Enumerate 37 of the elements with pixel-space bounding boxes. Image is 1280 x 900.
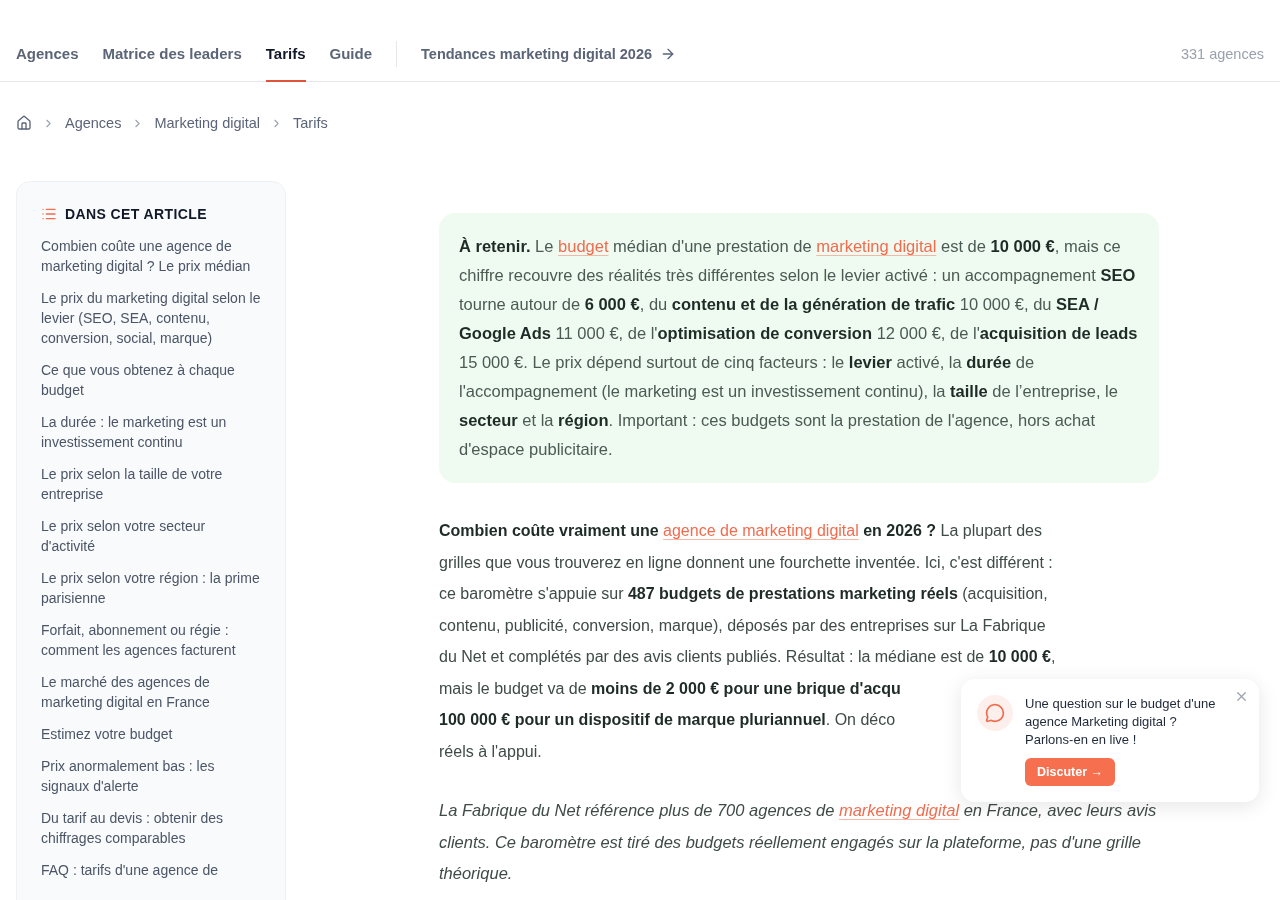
- toc-link[interactable]: Forfait, abonnement ou régie : comment les agences facturent: [41, 620, 261, 660]
- paragraph-line: mais le budget va de moins de 2 000 € pour une brique d'acqu: [439, 678, 901, 699]
- toc-link[interactable]: Estimez votre budget: [41, 724, 261, 744]
- chat-message: Une question sur le budget d'une agence Marketing digital ? Parlons-en en live !: [1025, 695, 1217, 749]
- paragraph-line: contenu, publicité, conversion, marque), déposés par des entreprises sur La Fabrique: [439, 615, 1046, 636]
- paragraph-line: réels à l'appui.: [439, 741, 542, 762]
- toc-link[interactable]: Combien coûte une agence de marketing digital ? Le prix médian: [41, 236, 261, 276]
- nav-tab[interactable]: Guide: [329, 0, 373, 82]
- list-icon: [41, 206, 57, 222]
- agency-count: 331 agences: [1180, 44, 1264, 62]
- paragraph-line: 100 000 € pour un dispositif de marque pluriannuel. On déco: [439, 710, 896, 730]
- trends-link[interactable]: Tendances marketing digital 2026: [421, 0, 677, 82]
- paragraph-line: ce baromètre s'appuie sur 487 budgets de prestations marketing réels (acquisition,: [439, 584, 1048, 604]
- toc-title: DANS CET ARTICLE: [65, 206, 207, 222]
- home-icon[interactable]: [16, 115, 32, 131]
- toc-link[interactable]: Le prix selon votre secteur d'activité: [41, 516, 261, 556]
- toc-link[interactable]: Le prix selon votre région : la prime parisienne: [41, 568, 261, 608]
- toc-link[interactable]: La durée : le marketing est un investissement continu: [41, 412, 261, 452]
- nav-tab[interactable]: Agences: [16, 0, 79, 82]
- toc-link[interactable]: Le prix du marketing digital selon le levier (SEO, SEA, contenu, conversion, social, marque): [41, 288, 261, 348]
- toc-link[interactable]: FAQ : tarifs d'une agence de: [41, 860, 261, 880]
- toc-link[interactable]: Le marché des agences de marketing digital en France: [41, 672, 261, 712]
- paragraph-line: grilles que vous trouverez en ligne donnent une fourchette inventée. Ici, c'est différent :: [439, 552, 1053, 573]
- italic-paragraph: La Fabrique du Net référence plus de 700 agences de marketing digital en France, avec leurs avis clients. Ce baromètre est tiré des budgets réellement engagés sur la plateforme, pas d'une grille théorique.: [439, 800, 1158, 884]
- summary-callout: À retenir. Le budget médian d'une prestation de marketing digital est de 10 000 €, mais ce chiffre recouvre des réalités très différentes selon le levier activé : un accompagnement SEO tourne autour de 6 000 €, du contenu et de la génération de trafic 10 000 €, du SEA / Google Ads 11 000 €, de l'optimisation de conversion 12 000 €, de l'acquisition de leads 15 000 €. Le prix dépend surtout de cinq facteurs : le levier activé, la durée de l'accompagnement (le marketing est un investissement continu), la taille de l’entreprise, le secteur et la région. Important : ces budgets sont la prestation de l'agence, hors achat d'espace publicitaire.: [439, 213, 1159, 483]
- paragraph-line: du Net et complétés par des avis clients publiés. Résultat : la médiane est de 10 000 €,: [439, 647, 1056, 667]
- breadcrumb-link[interactable]: Agences: [65, 115, 122, 131]
- breadcrumb-link[interactable]: Marketing digital: [154, 115, 260, 131]
- nav-tab[interactable]: Matrice des leaders: [102, 0, 242, 82]
- toc-link[interactable]: Du tarif au devis : obtenir des chiffrages comparables: [41, 808, 261, 848]
- paragraph-line: Combien coûte vraiment une agence de marketing digital en 2026 ? La plupart des: [439, 521, 1042, 541]
- toc-link[interactable]: Le prix selon la taille de votre entreprise: [41, 464, 261, 504]
- toc-link[interactable]: Ce que vous obtenez à chaque budget: [41, 360, 261, 400]
- breadcrumb-link[interactable]: Tarifs: [293, 115, 328, 131]
- toc-link[interactable]: Prix anormalement bas : les signaux d'alerte: [41, 756, 261, 796]
- chat-bubble-icon: [977, 695, 1013, 731]
- nav-tab[interactable]: Tarifs: [265, 0, 306, 82]
